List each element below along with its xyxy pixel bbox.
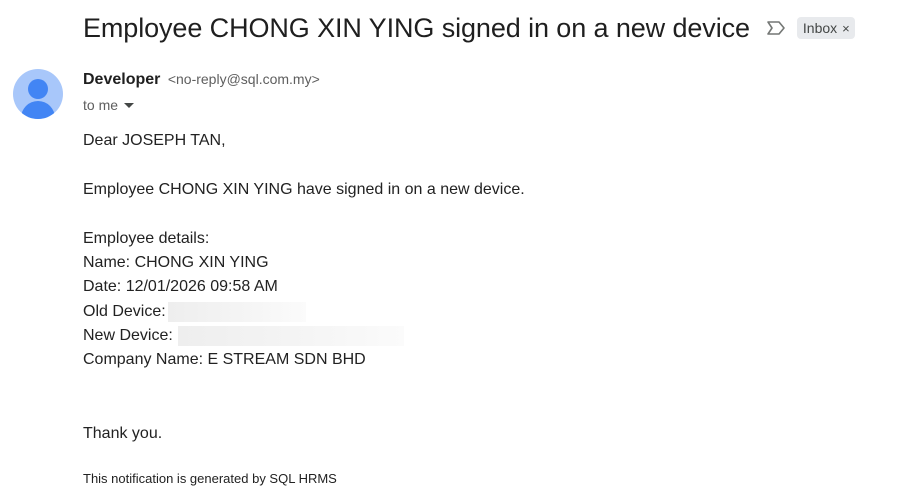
closing: Thank you. xyxy=(83,425,163,442)
sender-name[interactable]: Developer xyxy=(83,71,160,88)
sender-email: <no-reply@sql.com.my> xyxy=(167,71,320,87)
detail-date: Date: 12/01/2026 09:58 AM xyxy=(83,278,278,295)
details-heading: Employee details: xyxy=(83,230,210,247)
detail-company: Company Name: E STREAM SDN BHD xyxy=(83,351,366,368)
person-avatar-icon[interactable] xyxy=(13,69,63,119)
avatar-shoulders xyxy=(21,101,55,119)
new-device-redacted xyxy=(177,326,404,346)
recipient-text: to me xyxy=(83,97,119,113)
caret-down-icon[interactable] xyxy=(124,102,135,108)
subject-row: Employee CHONG XIN YING signed in on a n… xyxy=(83,8,855,48)
intro-paragraph: Employee CHONG XIN YING have signed in o… xyxy=(83,181,525,198)
remove-label-icon[interactable]: × xyxy=(842,21,850,36)
inbox-label-chip[interactable]: Inbox × xyxy=(796,17,855,39)
importance-marker-icon[interactable] xyxy=(765,18,787,38)
footer-note: This notification is generated by SQL HR… xyxy=(83,471,337,486)
detail-old-device: Old Device: xyxy=(83,302,306,322)
detail-new-device: New Device: xyxy=(83,326,404,346)
new-device-label: New Device: xyxy=(83,327,173,345)
avatar-head xyxy=(28,79,48,99)
email-subject: Employee CHONG XIN YING signed in on a n… xyxy=(83,12,750,43)
recipient-line: to me xyxy=(83,97,135,113)
greeting: Dear JOSEPH TAN, xyxy=(83,132,226,149)
old-device-redacted xyxy=(167,302,306,322)
old-device-label: Old Device: xyxy=(83,303,166,321)
label-chip-text: Inbox xyxy=(802,20,838,36)
sender-line: Developer <no-reply@sql.com.my> xyxy=(83,71,320,89)
detail-name: Name: CHONG XIN YING xyxy=(83,254,269,271)
